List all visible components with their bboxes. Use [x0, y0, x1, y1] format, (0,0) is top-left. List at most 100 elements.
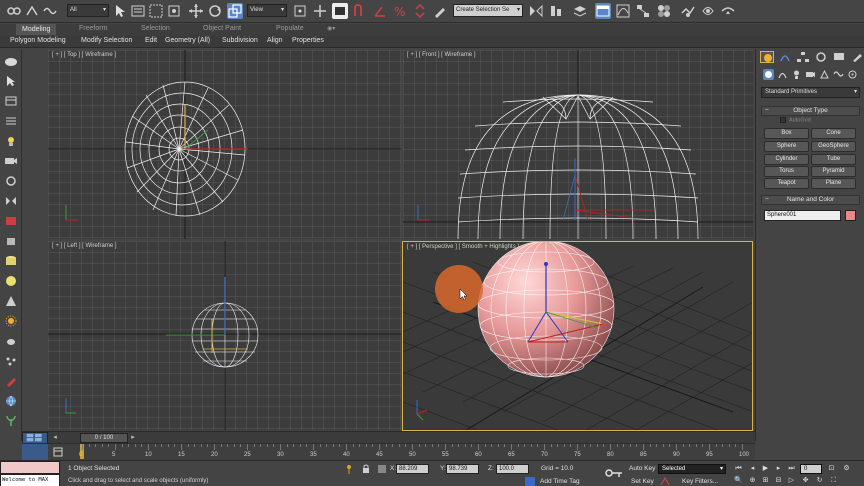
previous-frame-icon[interactable]: ◂ [747, 464, 758, 474]
panel-geometry-all[interactable]: Geometry (All) [165, 37, 210, 44]
curve-editor-icon[interactable] [615, 3, 631, 19]
viewport-top-label[interactable]: [ + ] [ Top ] [ Wireframe ] [52, 52, 116, 58]
viewport-perspective-label[interactable]: [ + ] [ Perspective ] [ Smooth + Highlig… [407, 244, 519, 250]
primitive-category-dropdown[interactable]: Standard Primitives ▾ [761, 87, 860, 98]
sphere-button[interactable]: Sphere [764, 141, 809, 152]
slider-next-icon[interactable]: ▸ [128, 433, 138, 443]
select-object-icon[interactable] [112, 3, 128, 19]
key-mode-icon[interactable] [605, 468, 623, 478]
list-icon[interactable] [4, 115, 18, 127]
orbit-icon[interactable]: ↻ [814, 476, 825, 486]
current-frame-field[interactable]: 0 [800, 464, 822, 474]
time-tag-icon[interactable] [525, 477, 535, 486]
viewport-front[interactable]: [ + ] [ Front ] [ Wireframe ] [403, 50, 753, 239]
time-slider-thumb[interactable]: 0 / 100 [80, 433, 128, 443]
plane-button[interactable]: Plane [811, 178, 856, 189]
cylinder-primitive-icon[interactable] [4, 255, 18, 267]
absolute-mode-icon[interactable] [377, 464, 387, 474]
x-coord-field[interactable]: 88.209 [396, 464, 429, 474]
angle-snap-icon[interactable] [372, 3, 388, 19]
tube-button[interactable]: Tube [811, 154, 856, 165]
display-tab-icon[interactable] [832, 51, 846, 63]
geosphere-button[interactable]: GeoSphere [811, 141, 856, 152]
layers-icon[interactable] [4, 95, 18, 107]
time-slider[interactable]: ◂ 0 / 100 ▸ [22, 431, 755, 444]
align-icon[interactable] [548, 3, 564, 19]
mirror-icon[interactable] [528, 3, 544, 19]
go-to-end-icon[interactable]: ⏭ [786, 464, 797, 474]
zoom-extents-all-icon[interactable]: ⊟ [773, 476, 784, 486]
helper-icon[interactable] [4, 175, 18, 187]
render-production-icon[interactable] [720, 3, 736, 19]
viewport-perspective[interactable]: [ + ] [ Perspective ] [ Smooth + Highlig… [402, 241, 753, 431]
spacewarps-category-icon[interactable] [833, 69, 844, 80]
cone-primitive-icon[interactable] [4, 295, 18, 307]
mirror-tool-icon[interactable] [4, 195, 18, 207]
viewport-front-label[interactable]: [ + ] [ Front ] [ Wireframe ] [407, 52, 476, 58]
edit-named-selection-icon[interactable] [432, 3, 448, 19]
trackbar[interactable]: 0 5 10 15 20 25 30 35 40 45 50 55 60 65 70 75 80 85 90 95 10… [22, 443, 755, 460]
torus-button[interactable]: Torus [764, 166, 809, 177]
key-mode-toggle-icon[interactable]: ⊡ [826, 464, 837, 474]
play-icon[interactable]: ▶ [760, 464, 771, 474]
cameras-category-icon[interactable] [805, 69, 816, 80]
systems-category-icon[interactable] [847, 69, 858, 80]
panel-properties[interactable]: Properties [292, 37, 324, 44]
zoom-all-icon[interactable]: ⊕ [747, 476, 758, 486]
layer-manager-icon[interactable] [572, 3, 588, 19]
paint-icon[interactable] [4, 375, 18, 387]
slider-prev-icon[interactable]: ◂ [50, 433, 60, 443]
time-configuration-icon[interactable]: ⚙ [841, 464, 852, 474]
tab-populate[interactable]: Populate [276, 25, 304, 32]
select-manipulate-icon[interactable] [312, 3, 328, 19]
render-icon[interactable] [4, 215, 18, 227]
scale-icon[interactable] [227, 3, 243, 19]
rectangular-selection-icon[interactable] [148, 3, 164, 19]
lights-category-icon[interactable] [791, 69, 802, 80]
trackbar-options-icon[interactable] [52, 446, 64, 458]
set-key-button[interactable]: Set Key [631, 478, 654, 485]
box-button[interactable]: Box [764, 128, 809, 139]
object-type-rollout-header[interactable]: − Object Type [761, 106, 860, 116]
named-selection-sets-dropdown[interactable]: Create Selection Se ▾ [453, 4, 523, 17]
cone-button[interactable]: Cone [811, 128, 856, 139]
zoom-extents-icon[interactable]: ⊞ [760, 476, 771, 486]
key-mode-dropdown[interactable]: Selected ▾ [658, 464, 726, 474]
utilities-tab-icon[interactable] [850, 51, 864, 63]
maxscript-mini-listener[interactable] [0, 461, 60, 474]
next-frame-icon[interactable]: ▸ [773, 464, 784, 474]
spinner-snap-icon[interactable] [412, 3, 428, 19]
viewport-top[interactable]: [ + ] [ Top ] [ Wireframe ] [48, 50, 401, 239]
motion-tab-icon[interactable] [814, 51, 828, 63]
keyboard-shortcut-toggle-icon[interactable] [332, 3, 348, 19]
cylinder-button[interactable]: Cylinder [764, 154, 809, 165]
autogrid-checkbox[interactable]: AutoGrid [780, 117, 811, 123]
maximize-viewport-icon[interactable]: ⛶ [828, 476, 839, 486]
name-and-color-rollout-header[interactable]: − Name and Color [761, 195, 860, 205]
material-editor-icon[interactable] [656, 3, 672, 19]
viewport-left[interactable]: [ + ] [ Left ] [ Wireframe ] [48, 241, 401, 430]
auto-key-button[interactable]: Auto Key [629, 465, 655, 472]
sun-icon[interactable] [4, 315, 18, 327]
tab-selection[interactable]: Selection [141, 25, 170, 32]
panel-polygon-modeling[interactable]: Polygon Modeling [10, 37, 66, 44]
viewport-grid-icon[interactable] [22, 444, 48, 460]
shapes-category-icon[interactable] [777, 69, 788, 80]
maxscript-output-line[interactable]: Welcome to MAX [0, 474, 60, 486]
pan-icon[interactable]: ✥ [800, 476, 811, 486]
key-filters-button[interactable]: Key Filters... [682, 478, 718, 485]
hierarchy-tab-icon[interactable] [796, 51, 810, 63]
panel-align[interactable]: Align [267, 37, 283, 44]
zoom-icon[interactable]: 🔍 [733, 476, 744, 486]
particle-icon[interactable] [4, 355, 18, 367]
object-color-swatch[interactable] [845, 210, 856, 221]
tab-object-paint[interactable]: Object Paint [203, 25, 241, 32]
camera-icon[interactable] [4, 155, 18, 167]
modify-tab-icon[interactable] [778, 51, 792, 63]
helpers-category-icon[interactable] [819, 69, 830, 80]
isolate-selection-icon[interactable] [345, 464, 353, 474]
z-coord-field[interactable]: 100.0 [496, 464, 529, 474]
panel-modify-selection[interactable]: Modify Selection [81, 37, 132, 44]
snap-toggle-icon[interactable] [352, 3, 368, 19]
graphite-ribbon-icon[interactable] [595, 3, 611, 19]
